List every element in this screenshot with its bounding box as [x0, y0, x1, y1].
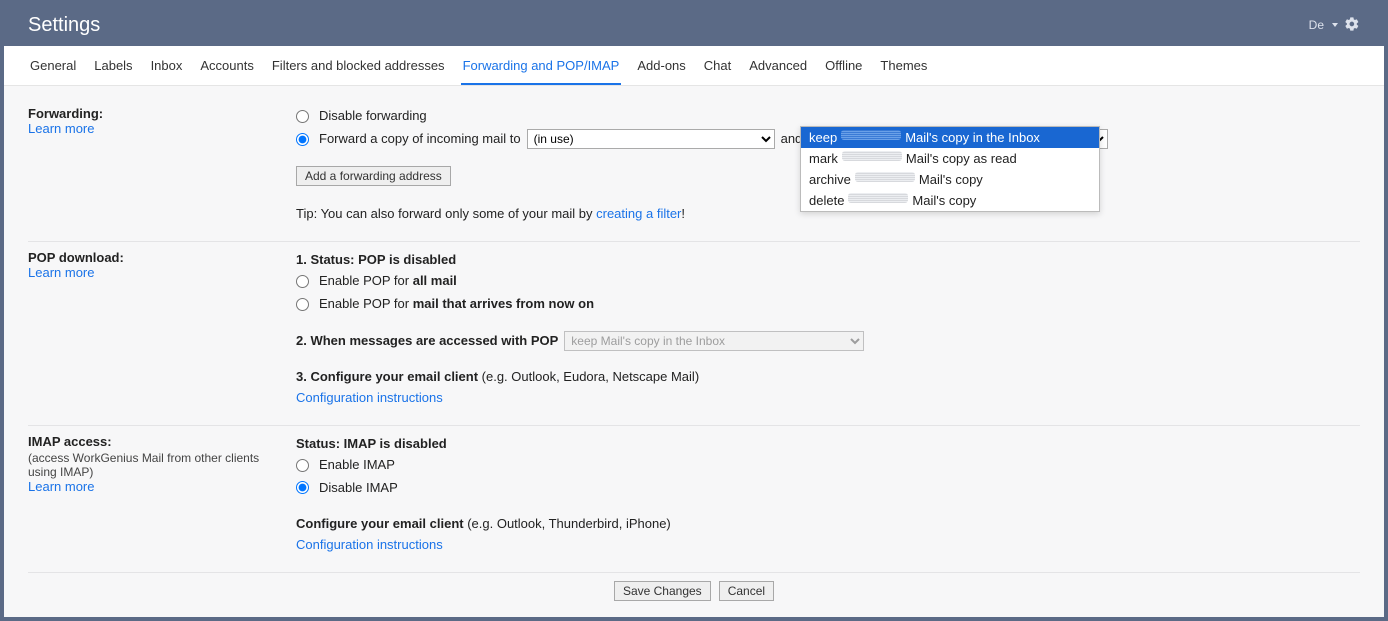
- user-prefix[interactable]: De: [1309, 18, 1324, 32]
- tab-chat[interactable]: Chat: [702, 46, 733, 85]
- forward-address-select[interactable]: (in use): [527, 129, 775, 149]
- user-menu-caret-icon[interactable]: [1332, 23, 1338, 27]
- forward-copy-label: Forward a copy of incoming mail to: [319, 129, 521, 150]
- radio-disable-forwarding[interactable]: [296, 110, 309, 123]
- tab-general[interactable]: General: [28, 46, 78, 85]
- pop-action-select[interactable]: keep Mail's copy in the Inbox: [564, 331, 864, 351]
- redacted-icon: [855, 172, 915, 182]
- pop-status-prefix: 1. Status:: [296, 252, 358, 267]
- disable-imap-label: Disable IMAP: [319, 478, 398, 499]
- section-forwarding: Forwarding: Learn more Disable forwardin…: [28, 98, 1360, 242]
- imap-config-suffix: (e.g. Outlook, Thunderbird, iPhone): [467, 516, 671, 531]
- enable-imap-label: Enable IMAP: [319, 455, 395, 476]
- radio-forward-copy[interactable]: [296, 133, 309, 146]
- imap-config-instructions-link[interactable]: Configuration instructions: [296, 535, 1360, 556]
- forward-action-dropdown: keep Mail's copy in the Inbox mark Mail'…: [800, 126, 1100, 212]
- radio-enable-pop-now[interactable]: [296, 298, 309, 311]
- enable-pop-all-prefix: Enable POP for: [319, 273, 413, 288]
- footer-buttons: Save Changes Cancel: [28, 573, 1360, 609]
- tab-forwarding-pop-imap[interactable]: Forwarding and POP/IMAP: [461, 46, 622, 85]
- tip-prefix: Tip: You can also forward only some of y…: [296, 206, 596, 221]
- tabs-bar: General Labels Inbox Accounts Filters an…: [4, 46, 1384, 86]
- imap-desc: (access WorkGenius Mail from other clien…: [28, 451, 280, 479]
- opt2-suffix: Mail's copy as read: [906, 151, 1017, 166]
- dropdown-option-keep-inbox[interactable]: keep Mail's copy in the Inbox: [801, 127, 1099, 148]
- pop-step3-prefix: 3. Configure your email client: [296, 369, 482, 384]
- imap-status-prefix: Status:: [296, 436, 344, 451]
- opt1-suffix: Mail's copy in the Inbox: [905, 130, 1040, 145]
- section-pop: POP download: Learn more 1. Status: POP …: [28, 242, 1360, 426]
- tab-labels[interactable]: Labels: [92, 46, 134, 85]
- imap-status-value: IMAP is disabled: [344, 436, 447, 451]
- header-bar: Settings De: [4, 4, 1384, 46]
- pop-step3-suffix: (e.g. Outlook, Eudora, Netscape Mail): [482, 369, 700, 384]
- radio-enable-pop-all[interactable]: [296, 275, 309, 288]
- pop-status-value: POP is disabled: [358, 252, 456, 267]
- redacted-icon: [841, 130, 901, 140]
- opt2-prefix: mark: [809, 151, 838, 166]
- imap-title: IMAP access:: [28, 434, 280, 449]
- tab-inbox[interactable]: Inbox: [149, 46, 185, 85]
- tab-offline[interactable]: Offline: [823, 46, 864, 85]
- pop-config-instructions-link[interactable]: Configuration instructions: [296, 388, 1360, 409]
- redacted-icon: [842, 151, 902, 161]
- enable-pop-all-bold: all mail: [413, 273, 457, 288]
- dropdown-option-archive[interactable]: archive Mail's copy: [801, 169, 1099, 190]
- tab-accounts[interactable]: Accounts: [198, 46, 255, 85]
- tab-filters[interactable]: Filters and blocked addresses: [270, 46, 447, 85]
- forwarding-title: Forwarding:: [28, 106, 280, 121]
- pop-step2-label: 2. When messages are accessed with POP: [296, 331, 558, 352]
- add-forwarding-address-button[interactable]: Add a forwarding address: [296, 166, 451, 186]
- radio-enable-imap[interactable]: [296, 459, 309, 472]
- gear-icon[interactable]: [1344, 16, 1360, 35]
- enable-pop-now-bold: mail that arrives from now on: [413, 296, 594, 311]
- tab-themes[interactable]: Themes: [878, 46, 929, 85]
- pop-learn-more[interactable]: Learn more: [28, 265, 280, 280]
- cancel-button[interactable]: Cancel: [719, 581, 774, 601]
- opt3-prefix: archive: [809, 172, 851, 187]
- save-changes-button[interactable]: Save Changes: [614, 581, 711, 601]
- opt1-prefix: keep: [809, 130, 837, 145]
- opt3-suffix: Mail's copy: [919, 172, 983, 187]
- radio-disable-imap[interactable]: [296, 481, 309, 494]
- creating-a-filter-link[interactable]: creating a filter: [596, 206, 681, 221]
- redacted-icon: [848, 193, 908, 203]
- opt4-prefix: delete: [809, 193, 844, 208]
- imap-config-prefix: Configure your email client: [296, 516, 467, 531]
- tip-suffix: !: [681, 206, 685, 221]
- tab-add-ons[interactable]: Add-ons: [635, 46, 687, 85]
- opt4-suffix: Mail's copy: [912, 193, 976, 208]
- imap-learn-more[interactable]: Learn more: [28, 479, 280, 494]
- dropdown-option-mark-read[interactable]: mark Mail's copy as read: [801, 148, 1099, 169]
- section-imap: IMAP access: (access WorkGenius Mail fro…: [28, 426, 1360, 573]
- tab-advanced[interactable]: Advanced: [747, 46, 809, 85]
- dropdown-option-delete[interactable]: delete Mail's copy: [801, 190, 1099, 211]
- pop-title: POP download:: [28, 250, 280, 265]
- enable-pop-now-prefix: Enable POP for: [319, 296, 413, 311]
- page-title: Settings: [28, 14, 100, 37]
- forwarding-learn-more[interactable]: Learn more: [28, 121, 280, 136]
- disable-forwarding-label: Disable forwarding: [319, 106, 427, 127]
